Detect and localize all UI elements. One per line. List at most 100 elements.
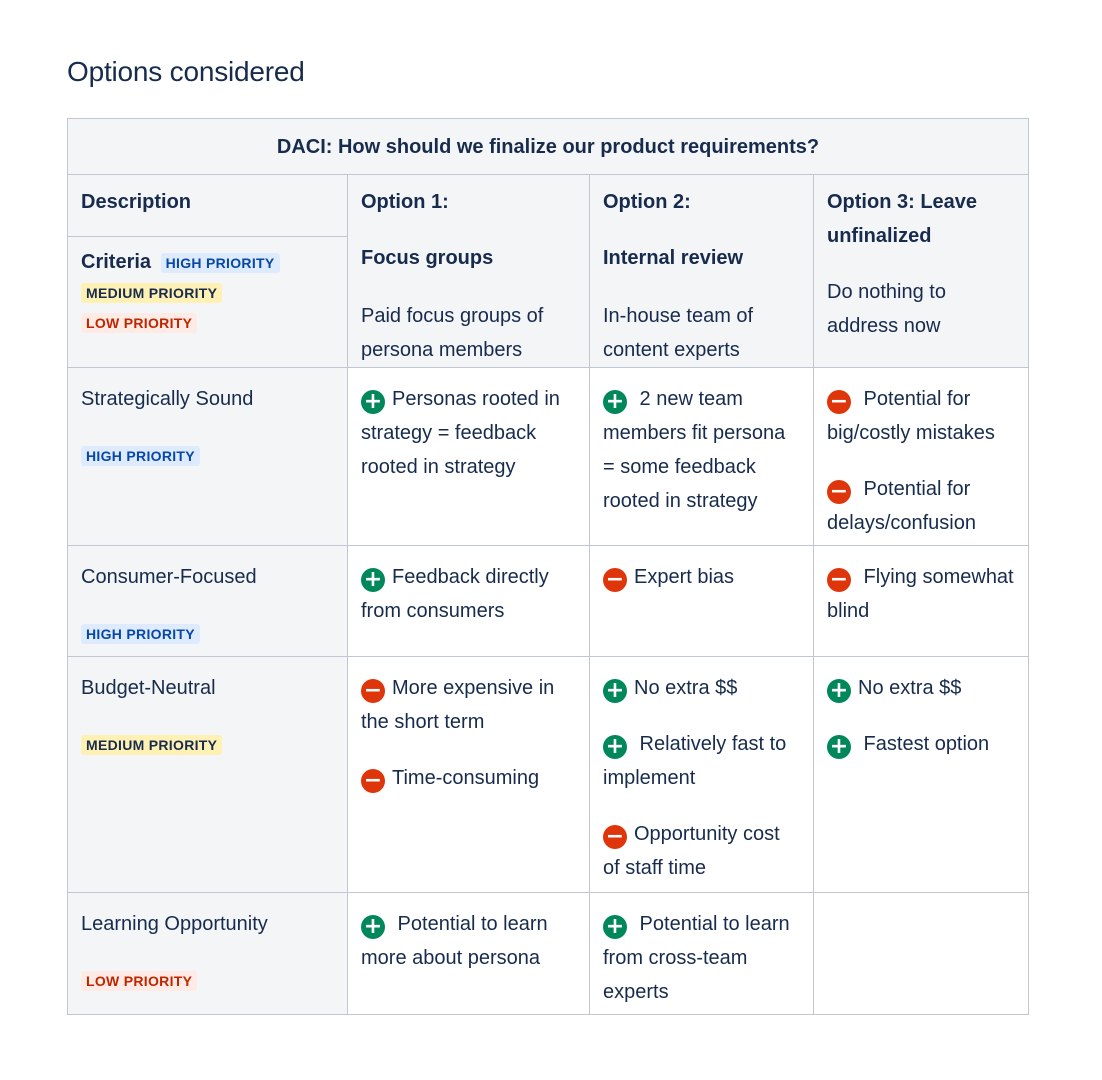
page: Options considered DACI: How should we f…: [0, 0, 1102, 1080]
con-item: − Time-consuming: [361, 761, 576, 795]
option-2-cell: − Expert bias: [589, 545, 814, 657]
item-text: Personas rooted in strategy = feedback r…: [361, 388, 566, 478]
criteria-legend: Criteria HIGH PRIORITY MEDIUM PRIORITY L…: [67, 236, 348, 368]
plus-circle-icon: +: [827, 735, 851, 759]
item-text: Potential to learn from cross-team exper…: [603, 913, 796, 1003]
item-text: More expensive in the short term: [361, 677, 560, 733]
table-title-row: DACI: How should we finalize our product…: [66, 118, 1030, 175]
priority-badge-low: LOW PRIORITY: [81, 312, 198, 333]
option-3-cell: [812, 892, 1030, 1015]
criterion-cell: Strategically Sound HIGH PRIORITY: [67, 367, 348, 546]
option-1-number: Option 1:: [361, 191, 449, 213]
plus-circle-icon: +: [361, 915, 385, 939]
criterion-label: Learning Opportunity: [81, 913, 268, 935]
option-3-cell: − Potential for big/costly mistakes − Pot…: [812, 367, 1030, 546]
option-3-cell: + No extra $$ + Fastest option: [812, 656, 1030, 893]
option-3-cell: − Flying somewhat blind: [812, 545, 1030, 657]
item-text: Relatively fast to implement: [603, 733, 792, 789]
plus-circle-icon: +: [603, 679, 627, 703]
plus-circle-icon: +: [827, 679, 851, 703]
minus-circle-icon: −: [827, 390, 851, 414]
item-text: Feedback directly from consumers: [361, 566, 555, 622]
minus-circle-icon: −: [361, 679, 385, 703]
con-item: − Flying somewhat blind: [827, 560, 1015, 628]
pro-item: + Personas rooted in strategy = feedback …: [361, 382, 576, 484]
item-text: Time-consuming: [392, 767, 540, 789]
option-2-number: Option 2:: [603, 191, 691, 213]
criterion-cell: Consumer-Focused HIGH PRIORITY: [67, 545, 348, 657]
option-3-description: Do nothing to address now: [827, 281, 946, 337]
minus-circle-icon: −: [827, 480, 851, 504]
criterion-cell: Budget-Neutral MEDIUM PRIORITY: [67, 656, 348, 893]
pro-item: + 2 new team members fit persona = some …: [603, 382, 800, 518]
pro-item: + No extra $$: [827, 671, 1015, 705]
con-item: − Expert bias: [603, 560, 800, 594]
option-3-number: Option 3: Leave unfinalized: [827, 191, 978, 247]
item-text: Potential for big/costly mistakes: [827, 388, 995, 444]
table-title: DACI: How should we finalize our product…: [66, 118, 1030, 175]
daci-table: DACI: How should we finalize our product…: [66, 118, 1030, 1015]
criteria-label: Criteria: [81, 251, 152, 273]
plus-circle-icon: +: [603, 390, 627, 414]
option-3-header: Option 3: Leave unfinalized Do nothing t…: [812, 174, 1030, 368]
minus-circle-icon: −: [603, 568, 627, 592]
item-text: Fastest option: [858, 733, 990, 755]
con-item: − More expensive in the short term: [361, 671, 576, 739]
criterion-label: Budget-Neutral: [81, 677, 216, 699]
option-1-cell: + Potential to learn more about persona: [347, 892, 590, 1015]
pro-item: + Relatively fast to implement: [603, 727, 800, 795]
table-row: Budget-Neutral MEDIUM PRIORITY − More expen…: [67, 656, 1030, 893]
minus-circle-icon: −: [603, 825, 627, 849]
pro-item: + Potential to learn from cross-team exp…: [603, 907, 800, 1009]
option-2-name: Internal review: [603, 247, 744, 269]
priority-badge: LOW PRIORITY: [81, 970, 198, 991]
pro-item: + Feedback directly from consumers: [361, 560, 576, 628]
priority-badge-high: HIGH PRIORITY: [160, 252, 280, 273]
priority-badge: HIGH PRIORITY: [81, 623, 200, 644]
priority-badge: MEDIUM PRIORITY: [81, 734, 223, 755]
plus-circle-icon: +: [603, 735, 627, 759]
item-text: 2 new team members fit persona = some fe…: [603, 388, 791, 512]
item-text: No extra $$: [634, 677, 738, 699]
table-row: Consumer-Focused HIGH PRIORITY + Feedback d…: [67, 545, 1030, 657]
option-1-cell: + Personas rooted in strategy = feedback …: [347, 367, 590, 546]
minus-circle-icon: −: [361, 769, 385, 793]
con-item: − Opportunity cost of staff time: [603, 817, 800, 885]
item-text: Flying somewhat blind: [827, 566, 1020, 622]
option-2-cell: + 2 new team members fit persona = some …: [589, 367, 814, 546]
item-text: Opportunity cost of staff time: [603, 823, 786, 879]
option-2-header: Option 2: Internal review In-house team …: [589, 174, 814, 368]
item-text: Potential to learn more about persona: [361, 913, 554, 969]
option-1-cell: + Feedback directly from consumers: [347, 545, 590, 657]
option-2-cell: + Potential to learn from cross-team exp…: [589, 892, 814, 1015]
minus-circle-icon: −: [827, 568, 851, 592]
con-item: − Potential for big/costly mistakes: [827, 382, 1015, 450]
option-1-cell: − More expensive in the short term − Time-c…: [347, 656, 590, 893]
option-1-description: Paid focus groups of persona members: [361, 305, 544, 361]
criterion-priority: LOW PRIORITY: [81, 963, 334, 997]
criterion-priority: MEDIUM PRIORITY: [81, 727, 334, 761]
option-2-cell: + No extra $$ + Relatively fast to impleme…: [589, 656, 814, 893]
criterion-priority: HIGH PRIORITY: [81, 438, 334, 472]
table-row: Learning Opportunity LOW PRIORITY + Potent…: [67, 892, 1030, 1015]
pro-item: + Fastest option: [827, 727, 1015, 761]
option-2-description: In-house team of content experts: [603, 305, 754, 361]
page-heading: Options considered: [67, 56, 305, 87]
item-text: Expert bias: [634, 566, 735, 588]
priority-badge-medium: MEDIUM PRIORITY: [81, 282, 223, 303]
plus-circle-icon: +: [603, 915, 627, 939]
priority-badge: HIGH PRIORITY: [81, 445, 200, 466]
pro-item: + Potential to learn more about persona: [361, 907, 576, 975]
criterion-cell: Learning Opportunity LOW PRIORITY: [67, 892, 348, 1015]
criterion-label: Strategically Sound: [81, 388, 254, 410]
pro-item: + No extra $$: [603, 671, 800, 705]
plus-circle-icon: +: [361, 390, 385, 414]
header-row: Description Option 1: Focus groups Paid …: [67, 174, 1030, 368]
plus-circle-icon: +: [361, 568, 385, 592]
table-row: Strategically Sound HIGH PRIORITY + Persona…: [67, 367, 1030, 546]
item-text: No extra $$: [858, 677, 962, 699]
description-header: Description: [67, 174, 348, 237]
option-1-header: Option 1: Focus groups Paid focus groups…: [347, 174, 590, 368]
criterion-label: Consumer-Focused: [81, 566, 257, 588]
criterion-priority: HIGH PRIORITY: [81, 616, 334, 650]
